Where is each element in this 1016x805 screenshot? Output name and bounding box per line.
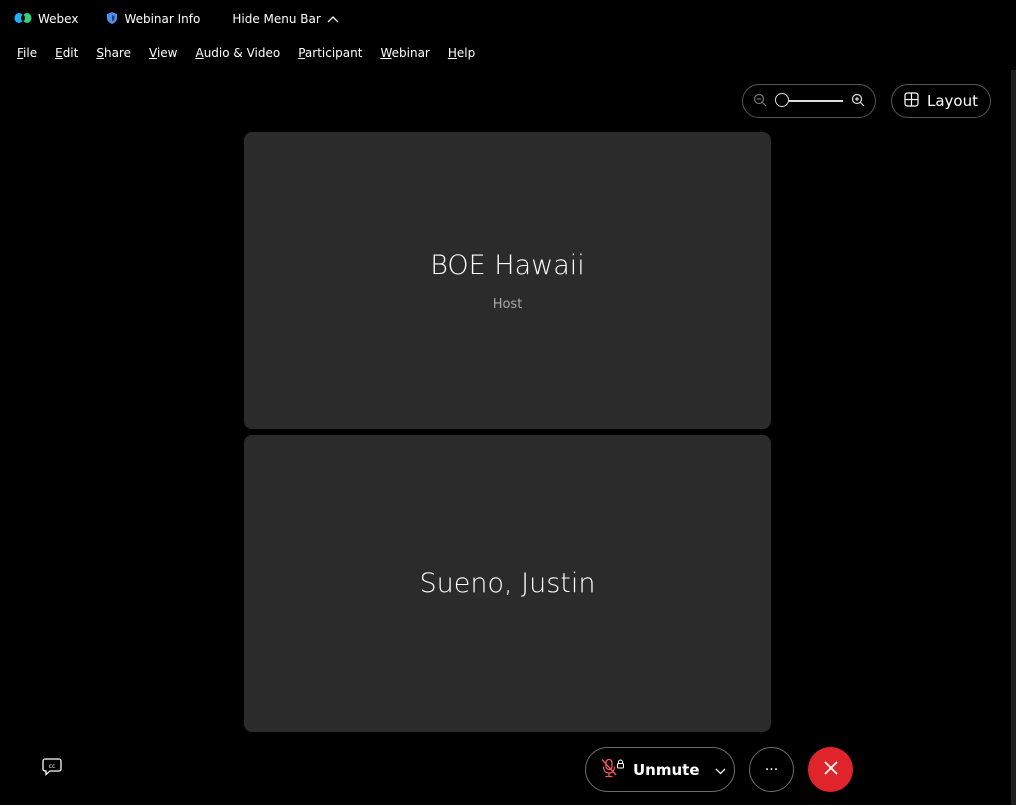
zoom-in-icon[interactable] [851,92,865,111]
layout-grid-icon [904,91,919,111]
participant-tile[interactable]: BOE Hawaii Host [244,132,771,429]
app-brand[interactable]: Webex [14,12,78,27]
menu-audio-video[interactable]: Audio & Video [195,46,280,60]
participant-tile[interactable]: Sueno, Justin [244,435,771,732]
closed-caption-icon: cc [42,758,62,780]
more-options-button[interactable]: ··· [749,747,794,792]
menu-participant[interactable]: Participant [298,46,362,60]
unmute-label: Unmute [633,760,700,779]
title-bar: Webex Webinar Info Hide Menu Bar [0,0,1016,38]
unmute-button[interactable]: Unmute [585,747,735,792]
webinar-info-button[interactable]: Webinar Info [106,11,200,28]
closed-caption-button[interactable]: cc [40,757,64,781]
menu-share[interactable]: Share [96,46,131,60]
zoom-control [742,84,876,118]
participant-role: Host [492,296,523,312]
menu-webinar[interactable]: Webinar [380,46,429,60]
menu-file[interactable]: File [17,46,37,60]
layout-label: Layout [927,92,978,110]
zoom-slider[interactable] [775,93,843,109]
shield-icon [106,11,118,28]
chevron-up-icon [327,12,339,26]
app-name: Webex [38,12,79,26]
zoom-out-icon[interactable] [753,92,767,111]
menu-edit[interactable]: Edit [55,46,78,60]
menu-bar: File Edit Share View Audio & Video Parti… [0,38,1016,68]
hide-menu-bar-button[interactable]: Hide Menu Bar [232,12,339,26]
close-icon [823,760,839,780]
webex-logo-icon [14,12,32,27]
more-options-label: ··· [764,761,779,778]
microphone-muted-icon [600,758,626,782]
zoom-slider-knob[interactable] [775,93,789,107]
leave-meeting-button[interactable] [808,747,853,792]
chevron-down-icon[interactable] [715,761,726,779]
menu-help[interactable]: Help [448,46,475,60]
svg-text:cc: cc [49,763,56,770]
participant-name: BOE Hawaii [430,249,585,281]
participant-name: Sueno, Justin [419,568,596,599]
menu-view[interactable]: View [149,46,177,60]
hide-menu-bar-label: Hide Menu Bar [232,12,321,26]
scrollbar[interactable] [1011,70,1016,805]
layout-button[interactable]: Layout [891,84,991,118]
webinar-info-label: Webinar Info [124,12,201,26]
